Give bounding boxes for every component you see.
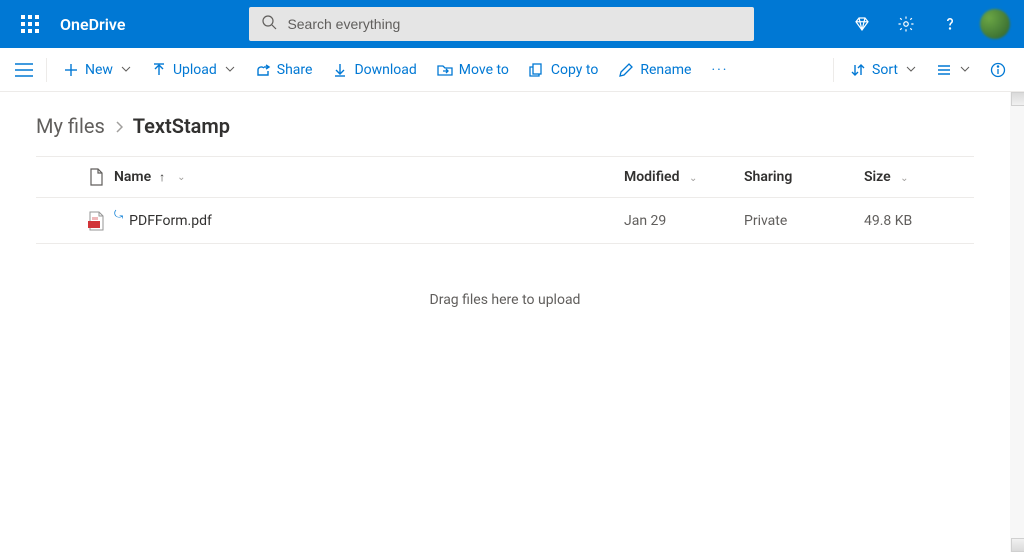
new-label: New	[85, 62, 113, 78]
upload-button[interactable]: Upload	[141, 54, 245, 86]
share-button[interactable]: Share	[245, 54, 323, 86]
more-actions-button[interactable]: ···	[701, 62, 738, 78]
divider	[46, 58, 47, 82]
file-sharing: Private	[744, 213, 864, 229]
settings-icon[interactable]	[886, 4, 926, 44]
pdf-icon	[78, 211, 114, 231]
avatar[interactable]	[980, 9, 1010, 39]
breadcrumb: My files TextStamp	[0, 92, 1010, 156]
search-box[interactable]	[249, 7, 754, 41]
command-bar: New Upload Share Download Move to Copy t…	[0, 48, 1024, 92]
file-modified: Jan 29	[624, 213, 744, 229]
copyto-label: Copy to	[551, 62, 598, 78]
rename-button[interactable]: Rename	[608, 54, 701, 86]
modified-column-header[interactable]: Modified ⌄	[624, 169, 744, 185]
search-icon	[261, 14, 277, 34]
drop-hint: Drag files here to upload	[0, 292, 1010, 308]
brand-label[interactable]: OneDrive	[60, 15, 125, 34]
rename-label: Rename	[640, 62, 691, 78]
breadcrumb-current: TextStamp	[133, 114, 230, 138]
chevron-down-icon	[225, 62, 235, 78]
share-label: Share	[277, 62, 313, 78]
app-header: OneDrive	[0, 0, 1024, 48]
copyto-button[interactable]: Copy to	[519, 54, 608, 86]
breadcrumb-root[interactable]: My files	[36, 114, 105, 138]
file-table: Name ↑ ⌄ Modified ⌄ Sharing Size ⌄	[36, 156, 974, 244]
chevron-down-icon: ⌄	[689, 173, 697, 184]
chevron-down-icon	[121, 62, 131, 78]
table-row[interactable]: ⤿ PDFForm.pdf Jan 29 Private 49.8 KB	[36, 198, 974, 244]
size-column-header[interactable]: Size ⌄	[864, 169, 974, 185]
sync-badge-icon: ⤿	[114, 208, 123, 222]
chevron-right-icon	[115, 114, 123, 138]
app-launcher-icon[interactable]	[10, 4, 50, 44]
sort-button[interactable]: Sort	[840, 54, 926, 86]
moveto-button[interactable]: Move to	[427, 54, 519, 86]
sort-asc-icon: ↑	[159, 170, 165, 184]
info-button[interactable]	[980, 54, 1016, 86]
filetype-column[interactable]	[78, 168, 114, 186]
chevron-down-icon: ⌄	[177, 172, 185, 183]
sort-label: Sort	[872, 62, 898, 78]
new-button[interactable]: New	[53, 54, 141, 86]
sharing-column-header[interactable]: Sharing	[744, 169, 864, 185]
file-name[interactable]: PDFForm.pdf	[129, 213, 212, 229]
file-size: 49.8 KB	[864, 213, 974, 229]
moveto-label: Move to	[459, 62, 509, 78]
divider	[833, 58, 834, 82]
premium-icon[interactable]	[842, 4, 882, 44]
search-input[interactable]	[287, 16, 742, 32]
chevron-down-icon: ⌄	[900, 173, 908, 184]
download-label: Download	[354, 62, 416, 78]
help-icon[interactable]	[930, 4, 970, 44]
table-header: Name ↑ ⌄ Modified ⌄ Sharing Size ⌄	[36, 156, 974, 198]
nav-toggle-icon[interactable]	[8, 54, 40, 86]
scrollbar[interactable]	[1010, 92, 1024, 552]
view-options-button[interactable]	[926, 54, 980, 86]
upload-label: Upload	[173, 62, 217, 78]
chevron-down-icon	[960, 62, 970, 78]
download-button[interactable]: Download	[322, 54, 426, 86]
chevron-down-icon	[906, 62, 916, 78]
name-column-header[interactable]: Name ↑ ⌄	[114, 169, 624, 185]
